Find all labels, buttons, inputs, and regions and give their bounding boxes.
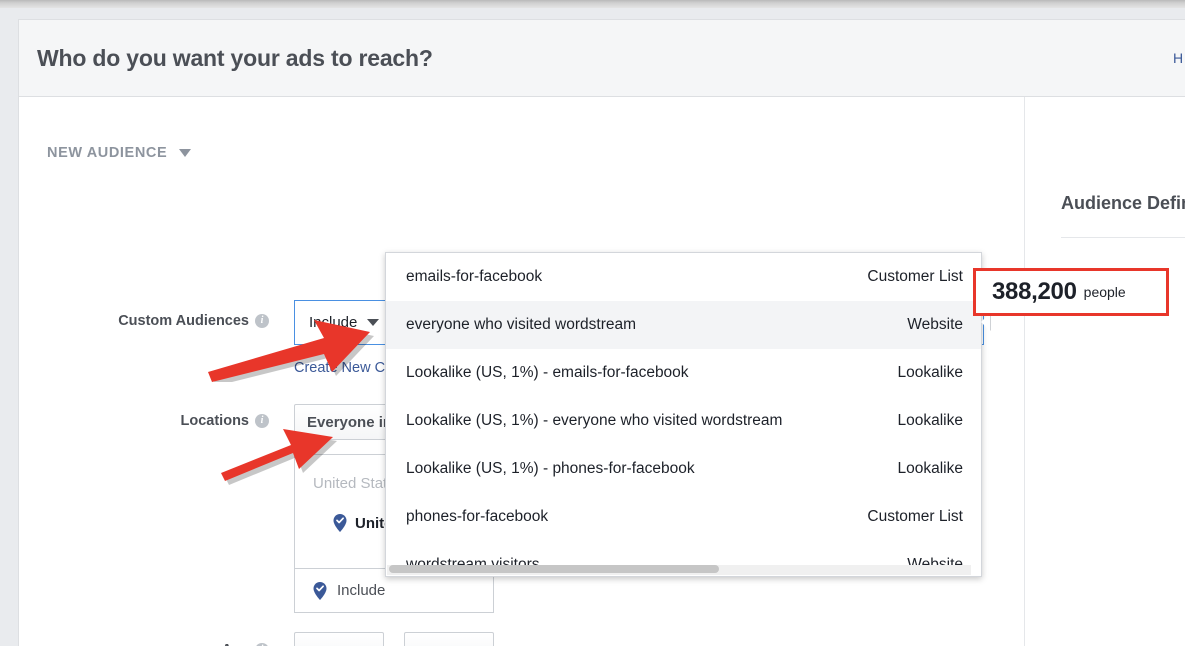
list-item-type: Lookalike [897, 412, 964, 429]
audience-reach-unit: people [1083, 284, 1126, 300]
age-label: Age i [19, 642, 269, 646]
map-pin-check-icon [333, 514, 347, 532]
list-item-type: Website [907, 316, 963, 333]
list-item[interactable]: Lookalike (US, 1%) - everyone who visite… [386, 397, 981, 445]
list-item[interactable]: Lookalike (US, 1%) - phones-for-facebook… [386, 445, 981, 493]
list-item-name: emails-for-facebook [406, 268, 543, 285]
scrollbar-thumb[interactable] [389, 565, 719, 573]
browser-chrome-strip [0, 0, 1185, 8]
list-item-name: Lookalike (US, 1%) - phones-for-facebook [406, 460, 695, 477]
age-min-value: 18 [321, 643, 338, 646]
list-item-type: Customer List [867, 268, 963, 285]
list-item-type: Lookalike [897, 460, 964, 477]
list-item[interactable]: Lookalike (US, 1%) - emails-for-facebook… [386, 349, 981, 397]
audience-definition-title: Audience Definition [1061, 193, 1185, 213]
ads-manager-screen: Who do you want your ads to reach? Help … [0, 0, 1185, 646]
age-label-text: Age [222, 642, 249, 646]
new-audience-dropdown[interactable]: NEW AUDIENCE [47, 145, 192, 161]
list-item[interactable]: emails-for-facebook Customer List [386, 253, 981, 301]
list-item[interactable]: phones-for-facebook Customer List [386, 493, 981, 541]
map-pin-check-icon [313, 581, 327, 600]
chevron-down-icon [179, 149, 192, 157]
card-header: Who do you want your ads to reach? Help [19, 20, 1185, 97]
list-item-name: phones-for-facebook [406, 508, 549, 525]
age-min-select[interactable]: 18 [294, 632, 384, 646]
page-background-strip [0, 8, 1185, 19]
help-link[interactable]: Help [1173, 50, 1183, 66]
list-item-type: Lookalike [897, 364, 964, 381]
right-panel-rule [1061, 237, 1185, 238]
arrow-to-location-chip [221, 429, 337, 485]
age-separator: - [390, 642, 395, 646]
audience-reach-number: 388,200 [992, 278, 1077, 305]
right-panel-divider [1024, 97, 1025, 646]
dropdown-horizontal-scrollbar[interactable] [387, 565, 971, 575]
custom-audience-dropdown-list: emails-for-facebook Customer List everyo… [385, 252, 982, 577]
list-item-name: Lookalike (US, 1%) - everyone who visite… [406, 412, 783, 429]
page-title: Who do you want your ads to reach? [37, 45, 433, 71]
list-item-type: Customer List [867, 508, 963, 525]
list-item-name: Lookalike (US, 1%) - emails-for-facebook [406, 364, 689, 381]
arrow-to-custom-audience-option [208, 320, 374, 382]
list-item[interactable]: everyone who visited wordstream Website [386, 301, 981, 349]
audience-size-callout: 388,200 people [973, 268, 1169, 316]
location-include-label: Include [337, 582, 386, 599]
new-audience-label: NEW AUDIENCE [47, 145, 168, 161]
age-max-select[interactable] [404, 632, 494, 646]
list-item-name: everyone who visited wordstream [406, 316, 637, 333]
